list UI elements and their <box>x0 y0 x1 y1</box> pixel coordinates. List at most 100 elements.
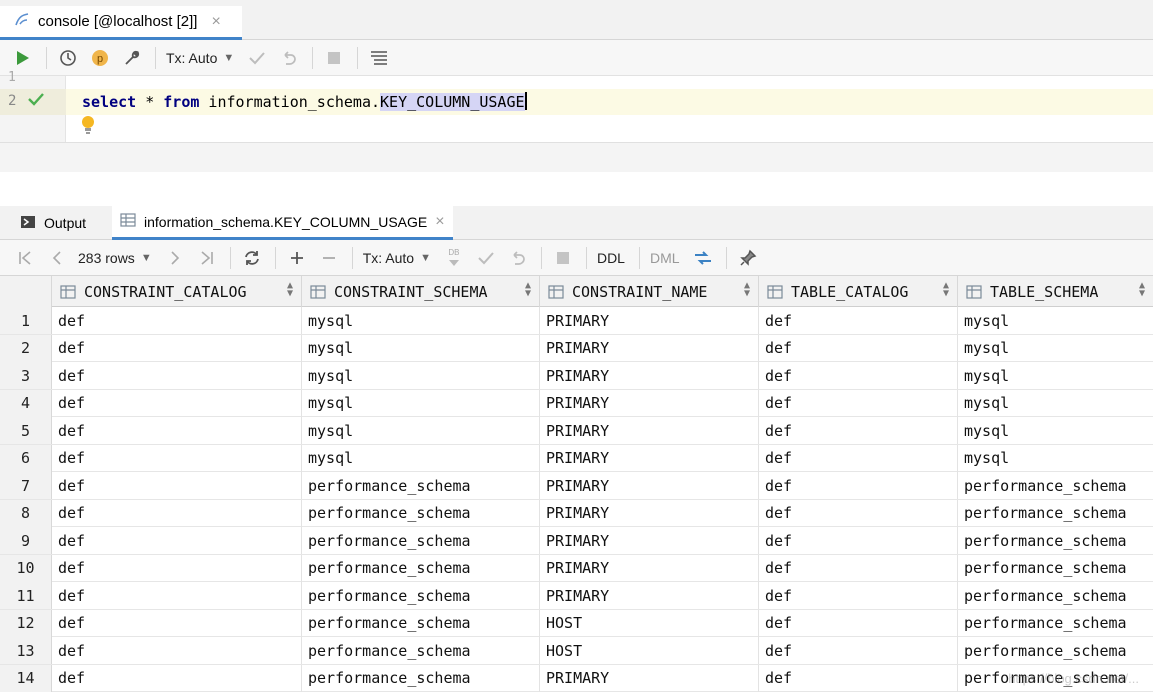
table-row[interactable]: 4 def mysql PRIMARY def mysql <box>0 389 1153 417</box>
cell-table-catalog[interactable]: def <box>759 609 958 637</box>
last-page-icon[interactable] <box>196 247 218 269</box>
cell-table-catalog[interactable]: def <box>759 417 958 444</box>
sort-icon[interactable]: ▲ ▼ <box>287 281 293 299</box>
delete-row-icon[interactable] <box>318 247 340 269</box>
cell-constraint-schema[interactable]: performance_schema <box>302 554 540 582</box>
cell-constraint-schema[interactable]: mysql <box>302 362 540 389</box>
column-header-constraint-schema[interactable]: CONSTRAINT_SCHEMA ▲ ▼ <box>302 276 540 307</box>
cell-table-catalog[interactable]: def <box>759 527 958 554</box>
cell-constraint-name[interactable]: PRIMARY <box>540 527 759 554</box>
row-number[interactable]: 11 <box>0 582 52 609</box>
tab-console[interactable]: console [@localhost [2]] × <box>0 6 242 40</box>
row-number[interactable]: 2 <box>0 334 52 362</box>
cell-constraint-schema[interactable]: performance_schema <box>302 609 540 637</box>
table-row[interactable]: 5 def mysql PRIMARY def mysql <box>0 417 1153 445</box>
cell-constraint-name[interactable]: PRIMARY <box>540 362 759 389</box>
lightbulb-icon[interactable] <box>81 115 95 138</box>
stop-icon[interactable] <box>552 247 574 269</box>
rows-count-dropdown[interactable]: 283 rows ▼ <box>78 250 152 266</box>
stop-icon[interactable] <box>323 47 345 69</box>
panel-splitter[interactable] <box>0 172 1153 206</box>
cell-constraint-catalog[interactable]: def <box>52 389 302 417</box>
row-number[interactable]: 8 <box>0 499 52 527</box>
cell-constraint-catalog[interactable]: def <box>52 609 302 637</box>
cell-table-catalog[interactable]: def <box>759 307 958 334</box>
cell-constraint-name[interactable]: PRIMARY <box>540 307 759 334</box>
cell-constraint-catalog[interactable]: def <box>52 417 302 444</box>
cell-table-catalog[interactable]: def <box>759 389 958 417</box>
cell-table-catalog[interactable]: def <box>759 362 958 389</box>
pin-icon[interactable] <box>737 247 759 269</box>
table-row[interactable]: 14 def performance_schema PRIMARY def perform… <box>0 664 1153 692</box>
row-number[interactable]: 1 <box>0 307 52 334</box>
refresh-icon[interactable] <box>241 247 263 269</box>
commit-icon[interactable] <box>246 47 268 69</box>
cell-constraint-name[interactable]: PRIMARY <box>540 417 759 444</box>
tab-key-column-usage[interactable]: information_schema.KEY_COLUMN_USAGE × <box>112 206 453 240</box>
cell-constraint-name[interactable]: PRIMARY <box>540 389 759 417</box>
column-header-constraint-name[interactable]: CONSTRAINT_NAME ▲ ▼ <box>540 276 759 307</box>
tab-close-icon[interactable]: × <box>435 213 444 231</box>
cell-table-catalog[interactable]: def <box>759 499 958 527</box>
wrench-icon[interactable] <box>121 47 143 69</box>
cell-constraint-name[interactable]: PRIMARY <box>540 444 759 472</box>
row-number[interactable]: 13 <box>0 637 52 664</box>
rollback-icon[interactable] <box>507 247 529 269</box>
cell-constraint-name[interactable]: PRIMARY <box>540 499 759 527</box>
sql-code-line[interactable]: select * from information_schema.KEY_COL… <box>82 92 527 111</box>
sort-icon[interactable]: ▲ ▼ <box>744 281 750 299</box>
row-number[interactable]: 10 <box>0 554 52 582</box>
cell-constraint-schema[interactable]: performance_schema <box>302 499 540 527</box>
table-row[interactable]: 8 def performance_schema PRIMARY def performa… <box>0 499 1153 527</box>
parameters-icon[interactable]: p <box>89 47 111 69</box>
table-row[interactable]: 13 def performance_schema HOST def performanc… <box>0 637 1153 665</box>
column-header-table-schema[interactable]: TABLE_SCHEMA ▲ ▼ <box>958 276 1153 307</box>
cell-constraint-schema[interactable]: mysql <box>302 389 540 417</box>
cell-constraint-catalog[interactable]: def <box>52 664 302 692</box>
cell-constraint-schema[interactable]: performance_schema <box>302 527 540 554</box>
cell-constraint-name[interactable]: PRIMARY <box>540 554 759 582</box>
table-row[interactable]: 7 def performance_schema PRIMARY def performa… <box>0 472 1153 500</box>
tab-output[interactable]: Output <box>20 206 86 240</box>
cell-table-schema[interactable]: mysql <box>958 335 1153 362</box>
db-transaction-icon[interactable]: DB <box>443 247 465 269</box>
cell-table-schema[interactable]: performance_schema <box>958 582 1153 609</box>
cell-constraint-name[interactable]: PRIMARY <box>540 334 759 362</box>
cell-constraint-schema[interactable]: mysql <box>302 334 540 362</box>
cell-constraint-catalog[interactable]: def <box>52 334 302 362</box>
table-row[interactable]: 11 def performance_schema PRIMARY def perform… <box>0 582 1153 610</box>
results-grid[interactable]: CONSTRAINT_CATALOG ▲ ▼ CONSTRAINT_SCHEMA … <box>0 276 1153 694</box>
cell-constraint-catalog[interactable]: def <box>52 582 302 609</box>
row-number[interactable]: 3 <box>0 362 52 389</box>
table-row[interactable]: 12 def performance_schema HOST def performanc… <box>0 609 1153 637</box>
ddl-button[interactable]: DDL <box>597 250 625 266</box>
cell-constraint-catalog[interactable]: def <box>52 527 302 554</box>
row-number[interactable]: 7 <box>0 472 52 499</box>
cell-constraint-catalog[interactable]: def <box>52 444 302 472</box>
row-number[interactable]: 6 <box>0 444 52 472</box>
cell-table-catalog[interactable]: def <box>759 472 958 499</box>
cell-constraint-catalog[interactable]: def <box>52 472 302 499</box>
cell-table-schema[interactable]: mysql <box>958 390 1153 417</box>
cell-constraint-catalog[interactable]: def <box>52 499 302 527</box>
execute-icon[interactable] <box>12 47 34 69</box>
table-row[interactable]: 2 def mysql PRIMARY def mysql <box>0 334 1153 362</box>
row-number[interactable]: 5 <box>0 417 52 444</box>
column-header-table-catalog[interactable]: TABLE_CATALOG ▲ ▼ <box>759 276 958 307</box>
cell-constraint-name[interactable]: HOST <box>540 637 759 664</box>
cell-constraint-name[interactable]: PRIMARY <box>540 664 759 692</box>
sort-icon[interactable]: ▲ ▼ <box>525 281 531 299</box>
cell-constraint-name[interactable]: HOST <box>540 609 759 637</box>
cell-table-schema[interactable]: mysql <box>958 307 1153 334</box>
cell-table-schema[interactable]: performance_schema <box>958 500 1153 527</box>
tx-mode-dropdown[interactable]: Tx: Auto ▼ <box>363 250 431 266</box>
cell-table-catalog[interactable]: def <box>759 637 958 664</box>
row-number[interactable]: 14 <box>0 664 52 692</box>
cell-constraint-catalog[interactable]: def <box>52 554 302 582</box>
sort-icon[interactable]: ▲ ▼ <box>943 281 949 299</box>
add-row-icon[interactable] <box>286 247 308 269</box>
table-row[interactable]: 10 def performance_schema PRIMARY def perform… <box>0 554 1153 582</box>
cell-table-catalog[interactable]: def <box>759 582 958 609</box>
cell-table-schema[interactable]: mysql <box>958 362 1153 389</box>
row-number[interactable]: 9 <box>0 527 52 554</box>
